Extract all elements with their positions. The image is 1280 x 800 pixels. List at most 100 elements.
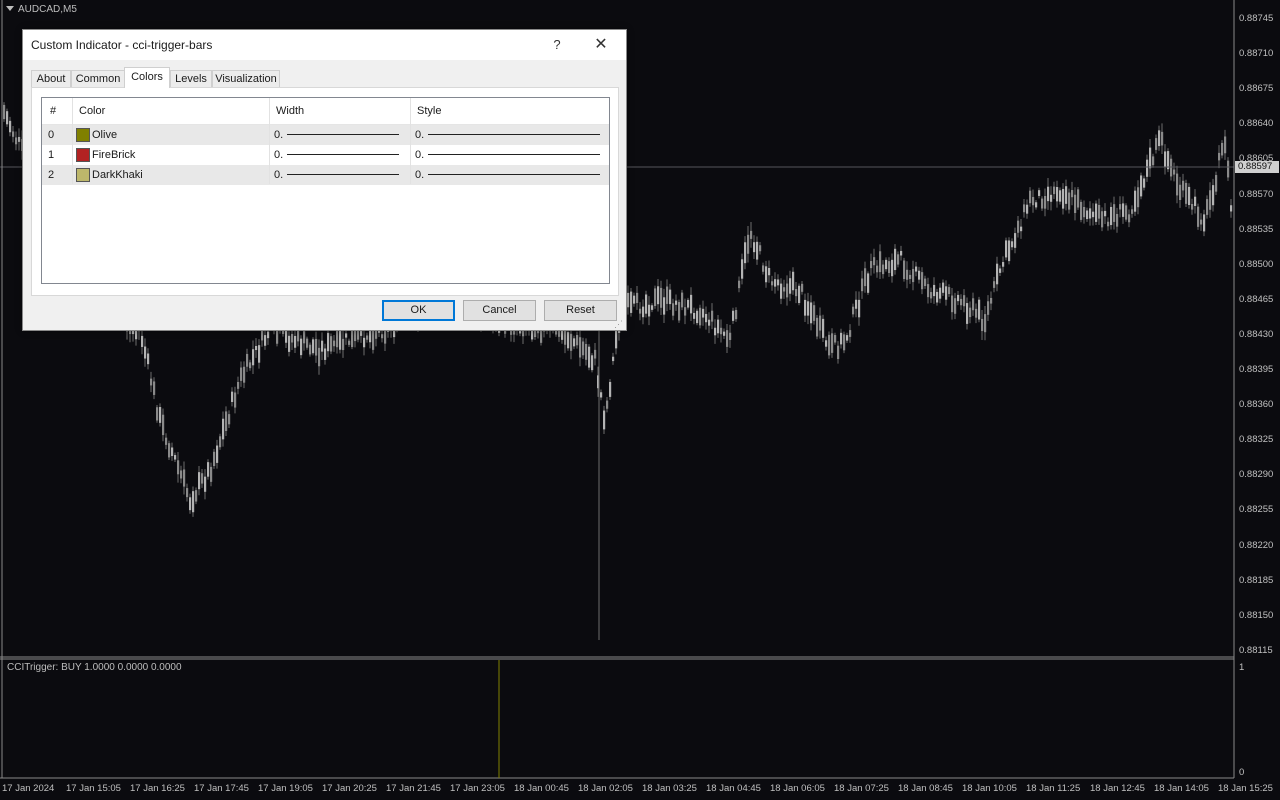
resize-grip-icon[interactable]: ⋰ [614,319,623,330]
candle-body [372,329,375,350]
dialog-title: Custom Indicator - cci-trigger-bars [31,38,213,52]
candle-body [747,234,750,254]
candle-body [951,295,954,313]
tab-about[interactable]: About [31,70,71,88]
candle-body [294,335,297,348]
candle-body [1218,152,1221,161]
color-name: DarkKhaki [92,169,143,181]
candle-body [1089,208,1092,219]
candle-body [900,250,903,256]
candle-body [1146,159,1149,177]
tab-colors[interactable]: Colors [124,67,170,88]
tab-visualization[interactable]: Visualization [212,70,280,88]
ok-button[interactable]: OK [382,300,455,321]
candle-body [744,242,747,264]
time-axis-label: 18 Jan 10:05 [962,783,1017,794]
triangle-down-icon [6,6,14,11]
candle-body [939,287,942,299]
candle-body [141,335,144,347]
candle-body [795,289,798,297]
symbol-label[interactable]: AUDCAD,M5 [6,4,77,15]
tab-levels[interactable]: Levels [170,70,212,88]
candle-body [1176,173,1179,196]
close-button[interactable]: ✕ [591,35,611,55]
style-line-sample [428,154,600,155]
candle-body [570,333,573,351]
candle-body [894,248,897,271]
help-button[interactable]: ? [547,35,567,55]
price-scale-label: 0.88745 [1239,13,1274,24]
candle-body [789,278,792,294]
style-value[interactable]: 0. [415,129,424,141]
width-value[interactable]: 0. [274,169,283,181]
candle-body [150,378,153,386]
candle-body [306,338,309,348]
time-axis-label: 17 Jan 20:25 [322,783,377,794]
candle-body [822,318,825,338]
candle-body [645,294,648,314]
table-row[interactable]: 0 Olive 0. 0. [42,125,609,145]
candle-body [225,411,228,431]
candle-body [213,451,216,467]
candle-body [252,349,255,366]
candle-body [264,335,267,346]
candle-body [708,319,711,326]
candle-body [609,381,612,397]
indicator-scale-min: 0 [1239,767,1245,778]
candle-body [579,337,582,358]
candle-body [858,299,861,318]
candle-body [1164,151,1167,168]
candle-body [960,298,963,306]
candle-body [933,284,936,297]
candle-body [1020,226,1023,232]
candle-body [666,286,669,304]
candle-body [1110,206,1113,226]
candle-body [207,462,210,477]
table-row[interactable]: 2 DarkKhaki 0. 0. [42,165,609,185]
candle-body [381,334,384,339]
colors-table[interactable]: # Color Width Style 0 Olive 0. 0. 1 Fire… [41,97,610,284]
candle-body [972,298,975,311]
candle-body [300,338,303,356]
candle-body [735,309,738,320]
candle-body [693,312,696,319]
candle-body [762,265,765,272]
cancel-button[interactable]: Cancel [463,300,536,321]
candle-body [1182,180,1185,191]
candle-body [1197,206,1200,227]
width-value[interactable]: 0. [274,149,283,161]
table-row[interactable]: 1 FireBrick 0. 0. [42,145,609,165]
candle-body [906,269,909,280]
candle-body [588,346,591,368]
tab-common[interactable]: Common [71,70,125,88]
time-axis-label: 18 Jan 06:05 [770,783,825,794]
candle-body [702,308,705,318]
candle-body [219,436,222,448]
time-axis-label: 18 Jan 12:45 [1090,783,1145,794]
candle-body [1155,138,1158,150]
color-swatch[interactable] [76,168,90,182]
candle-body [636,292,639,303]
style-value[interactable]: 0. [415,149,424,161]
candle-body [600,392,603,398]
candle-body [669,289,672,305]
color-swatch[interactable] [76,128,90,142]
candle-body [615,329,618,349]
col-style-header: Style [417,105,442,117]
candle-body [591,355,594,371]
width-value[interactable]: 0. [274,129,283,141]
candle-body [3,104,6,120]
candle-body [1227,160,1230,178]
candle-body [1134,190,1137,212]
candle-body [168,443,171,458]
color-swatch[interactable] [76,148,90,162]
candle-body [201,473,204,484]
reset-button[interactable]: Reset [544,300,617,321]
candle-body [741,259,744,279]
candle-body [1044,196,1047,209]
style-value[interactable]: 0. [415,169,424,181]
candle-body [1173,169,1176,175]
dialog-titlebar[interactable]: Custom Indicator - cci-trigger-bars ? ✕ [23,30,626,60]
row-index: 0 [48,129,55,141]
candle-body [171,447,174,457]
